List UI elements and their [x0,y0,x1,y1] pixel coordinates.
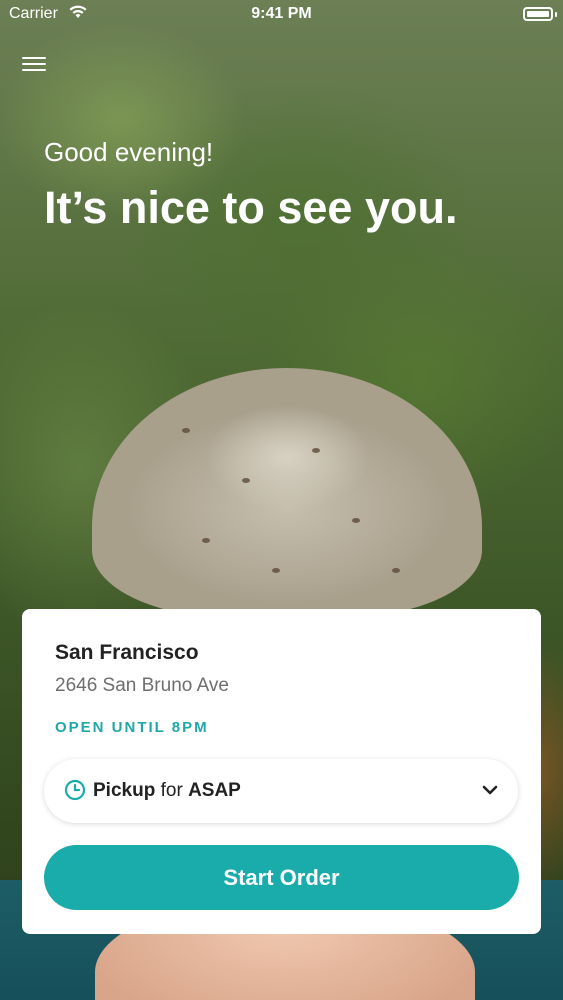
store-card: San Francisco 2646 San Bruno Ave OPEN UN… [22,609,541,934]
store-hours: OPEN UNTIL 8PM [55,719,209,736]
status-time: 9:41 PM [251,5,312,22]
pickup-connector: for [160,780,183,801]
clock-icon [64,779,86,806]
chevron-down-icon [482,783,498,801]
start-order-button[interactable]: Start Order [44,845,519,910]
ice-cream-scoop [92,368,482,618]
hamburger-menu-icon[interactable] [22,53,46,75]
status-bar: Carrier 9:41 PM [0,0,563,30]
battery-icon [523,7,553,21]
store-name: San Francisco [55,641,199,664]
pickup-time: ASAP [188,780,241,801]
pickup-mode: Pickup [93,780,156,801]
greeting-text: Good evening! [44,137,214,167]
store-address: 2646 San Bruno Ave [55,675,229,696]
pickup-label: Pickup for ASAP [93,780,241,802]
pickup-time-selector[interactable]: Pickup for ASAP [44,759,518,823]
headline-text: It’s nice to see you. [44,182,458,233]
